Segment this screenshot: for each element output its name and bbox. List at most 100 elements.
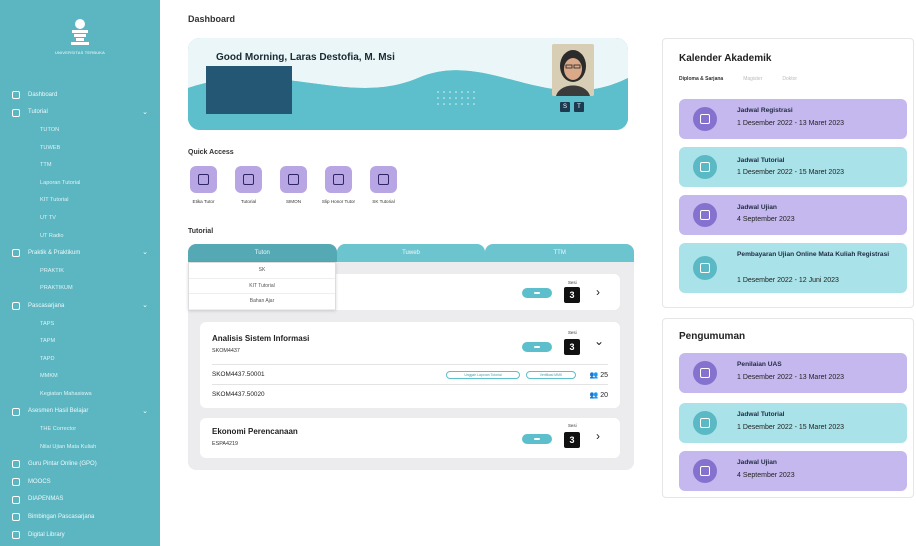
sidebar-item[interactable]: TUWEB [0,139,160,157]
sidebar-item-label: PRAKTIK [40,267,64,274]
calendar-icon [693,203,717,227]
tab-doktor[interactable]: Doktor [782,76,797,82]
sidebar-item[interactable]: PRAKTIKUM [0,280,160,298]
announcement-item[interactable]: Jadwal Tutorial 1 Desember 2022 - 15 Mar… [679,403,907,443]
calendar-event[interactable]: Jadwal Tutorial 1 Desember 2022 - 15 Mar… [679,147,907,187]
tab-tuweb[interactable]: Tuweb [336,244,486,262]
announcement-item[interactable]: Jadwal Ujian 4 September 2023 [679,451,907,491]
avatar[interactable] [552,44,594,96]
sidebar-item[interactable]: Bimbingan Pascasarjana [0,508,160,526]
sidebar-item[interactable]: TUTON [0,121,160,139]
chevron-down-icon[interactable]: ⌄ [142,301,148,309]
class-code: SKOM4437.50020 [212,391,265,398]
sidebar-item[interactable]: UT TV [0,209,160,227]
toggle-pill[interactable] [522,288,552,298]
course-card-expanded[interactable]: Analisis Sistem Informasi SKOM4437 Sesi … [200,322,620,408]
announcement-item[interactable]: Penilaian UAS 1 Desember 2022 - 13 Maret… [679,353,907,393]
calendar-event[interactable]: Jadwal Ujian 4 September 2023 [679,195,907,235]
event-title: Jadwal Ujian [737,204,777,211]
flask-icon [12,249,20,258]
sidebar-item[interactable]: Nilai Ujian Mata Kuliah [0,438,160,456]
quick-access-item[interactable]: Tutorial [231,166,266,205]
sidebar-item-label: TAPD [40,355,55,362]
tab-tuton[interactable]: Tuton [188,244,337,262]
tuton-dropdown-menu: SK KIT Tutorial Bahan Ajar [188,262,336,310]
sidebar-item-label: THE Corrector [40,426,77,433]
sidebar-item[interactable]: Pascasarjana ⌄ [0,297,160,315]
library-icon [12,530,20,539]
calendar-event[interactable]: Pembayaran Ujian Online Mata Kuliah Regi… [679,243,907,293]
sidebar-item[interactable]: TAPM [0,332,160,350]
dropdown-item-kit-tutorial[interactable]: KIT Tutorial [189,279,335,294]
event-date: 1 Desember 2022 - 13 Maret 2023 [737,120,845,127]
tab-diploma-sarjana[interactable]: Diploma & Sarjana [679,76,723,82]
sidebar-item-label: Pascasarjana [28,302,65,309]
announcement-title: Jadwal Ujian [737,459,777,466]
student-count: 👥 25 [590,371,608,379]
sidebar-item[interactable]: KIT Tutorial [0,192,160,210]
toggle-pill[interactable] [522,342,552,352]
calendar-event[interactable]: Jadwal Registrasi 1 Desember 2022 - 13 M… [679,99,907,139]
chat-icon [12,513,20,522]
sidebar-item[interactable]: DIAPENMAS [0,491,160,509]
sidebar-item-label: Bimbingan Pascasarjana [28,514,95,521]
sidebar-item[interactable]: MMKM [0,368,160,386]
sidebar-item[interactable]: Tutorial ⌄ [0,104,160,122]
sidebar-item[interactable]: TAPD [0,350,160,368]
sidebar-item[interactable]: MOOCS [0,473,160,491]
student-count: 👥 20 [590,391,608,399]
chevron-right-icon[interactable]: › [596,285,600,299]
sidebar-item[interactable]: Praktik & Praktikum ⌄ [0,244,160,262]
quick-access-item[interactable]: SIMON [276,166,311,205]
sidebar-item[interactable]: UT Radio [0,227,160,245]
quick-access-item[interactable]: Slip Honor Tutor [321,166,356,205]
chevron-down-icon[interactable]: ⌄ [142,108,148,116]
event-date: 4 September 2023 [737,216,795,223]
sidebar-item[interactable]: TAPS [0,315,160,333]
chevron-down-icon[interactable]: ⌄ [142,407,148,415]
sesi-count: 3 [564,339,580,355]
sidebar-item[interactable]: Kegiatan Mahasiswa [0,385,160,403]
sidebar-item[interactable]: PRAKTIK [0,262,160,280]
teams-icon[interactable]: T [574,102,584,112]
sesi-label: Sesi [568,423,577,428]
home-icon [12,91,20,99]
sidebar-item[interactable]: THE Corrector [0,420,160,438]
book-icon [12,478,20,487]
dropdown-item-sk[interactable]: SK [189,263,335,279]
ut-emblem-icon [71,19,89,45]
monitor-icon [235,166,262,193]
social-icon-a[interactable]: S [560,102,570,112]
tab-magister[interactable]: Magister [743,76,762,82]
dropdown-item-bahan-ajar[interactable]: Bahan Ajar [189,294,335,310]
sesi-label: Sesi [568,330,577,335]
sidebar-item[interactable]: TTM [0,156,160,174]
event-title: Jadwal Tutorial [737,157,785,164]
sidebar-item[interactable]: Laporan Tutorial [0,174,160,192]
quick-access-item[interactable]: Etika Tutor [186,166,221,205]
announcement-title: Jadwal Tutorial [737,411,785,418]
tab-ttm[interactable]: TTM [485,244,635,262]
chevron-right-icon[interactable]: › [596,429,600,443]
tutorial-tabs: Tuton Tuweb TTM [188,244,635,262]
welcome-banner: Good Morning, Laras Destofia, M. Msi S T [188,38,628,130]
course-card[interactable]: Ekonomi Perencanaan ESPA4219 Sesi 3 › [200,418,620,458]
sidebar-item[interactable]: Dashboard [0,86,160,104]
upload-report-button[interactable]: Unggah Laporan Tutorial [446,370,520,379]
sidebar-item[interactable]: Asesmen Hasil Belajar ⌄ [0,403,160,421]
announcement-date: 1 Desember 2022 - 13 Maret 2023 [737,374,845,381]
class-row: SKOM4437.50020 👥 20 [212,384,608,404]
chevron-down-icon[interactable]: ⌄ [142,248,148,256]
megaphone-icon [693,459,717,483]
toggle-pill[interactable] [522,434,552,444]
verify-mmk-button[interactable]: Verifikasi MMK [526,370,576,379]
ut-logo[interactable]: UNIVERSITAS TERBUKA [52,18,108,55]
sidebar-item[interactable]: Digital Library [0,526,160,544]
sidebar: UNIVERSITAS TERBUKA Dashboard Tutorial ⌄ TU… [0,0,160,546]
chevron-down-icon[interactable]: ⌄ [594,334,604,348]
sidebar-item-label: TTM [40,162,52,169]
sidebar-item[interactable]: Guru Pintar Online (GPO) [0,455,160,473]
quick-access-item[interactable]: SK Tutorial [366,166,401,205]
quick-access-title: Quick Access [188,149,234,156]
sesi-label: Sesi [568,280,577,285]
